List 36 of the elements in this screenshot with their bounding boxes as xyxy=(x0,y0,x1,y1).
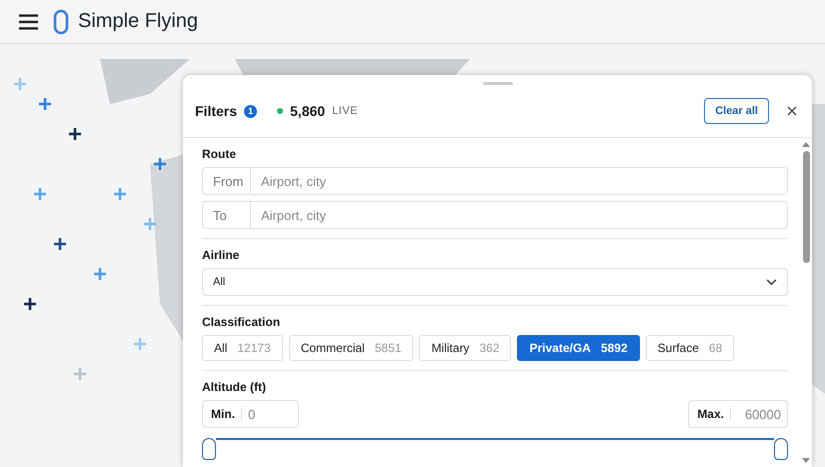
chevron-down-icon xyxy=(766,278,777,286)
min-altitude-input[interactable]: 0 xyxy=(242,406,298,422)
menu-icon[interactable] xyxy=(19,14,38,30)
field-prefix: From xyxy=(203,168,251,194)
min-label: Min. xyxy=(211,407,242,421)
slider-thumb[interactable] xyxy=(774,438,788,460)
classification-chip[interactable]: Private/GA 5892 xyxy=(517,335,640,361)
max-altitude-field[interactable]: Max. 60000 xyxy=(688,400,788,428)
close-icon[interactable] xyxy=(787,106,797,116)
live-dot-icon xyxy=(277,108,284,114)
airline-dropdown[interactable]: All xyxy=(202,268,788,296)
classification-chip[interactable]: All 12173 xyxy=(202,335,283,361)
airport-input[interactable]: Airport, city xyxy=(251,168,787,194)
max-label: Max. xyxy=(697,407,731,421)
section-label: Airline xyxy=(202,248,240,262)
route-field[interactable]: To Airport, city xyxy=(202,201,788,229)
logo-icon xyxy=(53,8,69,34)
route-field[interactable]: From Airport, city xyxy=(202,167,788,195)
clear-all-button[interactable]: Clear all xyxy=(704,98,769,124)
live-count: 5,860 xyxy=(290,103,326,119)
section-label: Classification xyxy=(202,315,282,329)
section-label: Route xyxy=(202,147,237,161)
min-altitude-field[interactable]: Min. 0 xyxy=(202,400,299,428)
field-prefix: To xyxy=(203,202,251,228)
airport-input[interactable]: Airport, city xyxy=(251,202,787,228)
filter-count-badge: 1 xyxy=(244,104,258,118)
panel-title: Filters xyxy=(195,103,238,119)
slider-thumb[interactable] xyxy=(202,438,216,460)
classification-chip[interactable]: Commercial 5851 xyxy=(288,335,414,361)
drag-handle[interactable] xyxy=(482,82,512,85)
site-title[interactable]: Simple Flying xyxy=(78,10,198,33)
max-altitude-input[interactable]: 60000 xyxy=(731,406,787,422)
classification-chip[interactable]: Military 362 xyxy=(419,335,512,361)
section-label: Altitude (ft) xyxy=(202,380,267,394)
live-label: LIVE xyxy=(332,105,358,117)
classification-chip[interactable]: Surface 68 xyxy=(646,335,734,361)
